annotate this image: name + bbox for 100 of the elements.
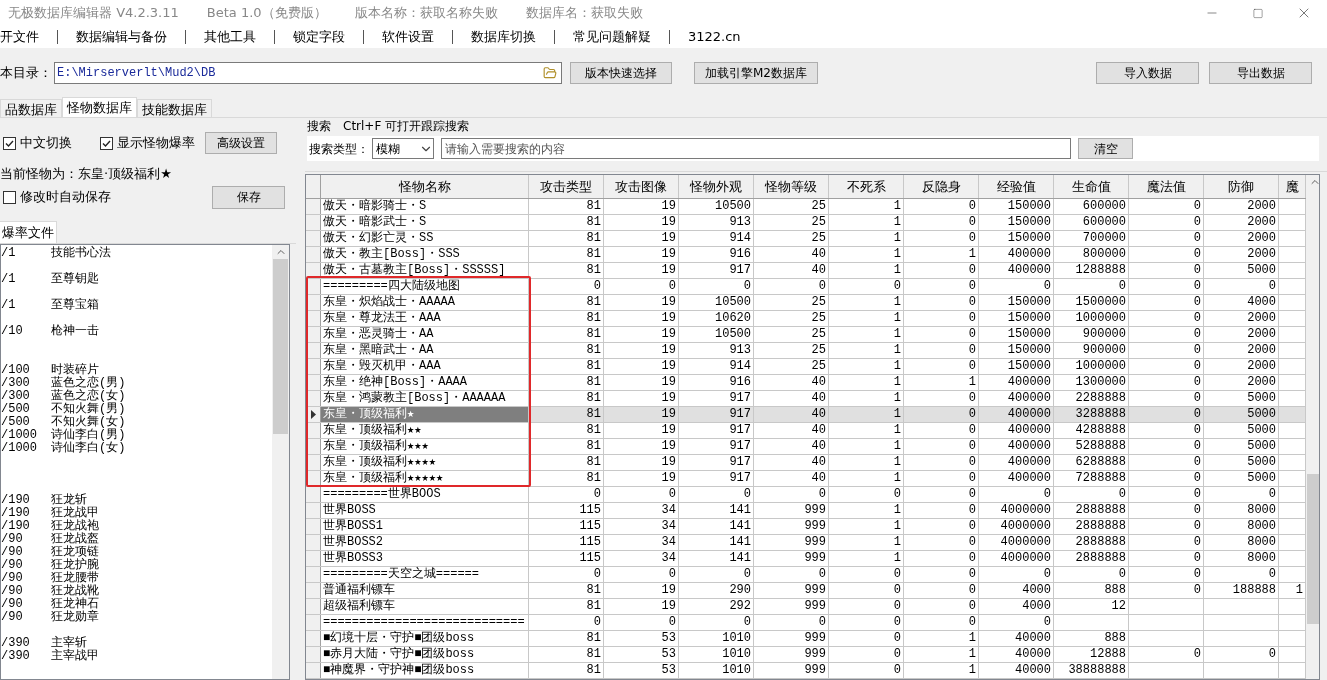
menu-item[interactable]: 锁定字段 [275, 27, 363, 47]
row-header-cell[interactable] [306, 583, 321, 598]
row-header-cell[interactable] [306, 631, 321, 646]
row-header-cell[interactable] [306, 215, 321, 230]
table-cell: 1 [904, 663, 979, 678]
data-button[interactable]: 导入数据 [1096, 62, 1199, 84]
table-cell: 0 [1129, 567, 1204, 582]
table-cell: 0 [904, 567, 979, 582]
menu-item[interactable]: 数据库切换 [453, 27, 554, 47]
menu-item[interactable]: 软件设置 [364, 27, 452, 47]
menu-item[interactable]: 常见问题解疑 [555, 27, 669, 47]
search-type-select[interactable]: 模糊 [372, 138, 434, 159]
table-cell: 999 [754, 583, 829, 598]
table-cell: 34 [604, 503, 679, 518]
version-select-button[interactable]: 版本快速选择 [570, 62, 672, 84]
table-cell: 400000 [979, 263, 1054, 278]
table-cell: 53 [604, 663, 679, 678]
drop-file-tab[interactable]: 爆率文件 [0, 221, 57, 243]
table-cell: 34 [604, 551, 679, 566]
table-cell: 0 [904, 503, 979, 518]
table-cell: 917 [679, 423, 754, 438]
table-cell: 0 [1129, 551, 1204, 566]
checkbox-option[interactable]: 显示怪物爆率 [100, 133, 195, 153]
column-header[interactable]: 怪物等级 [754, 175, 829, 198]
row-header-cell[interactable] [306, 519, 321, 534]
row-header-cell[interactable] [306, 599, 321, 614]
column-header[interactable]: 不死系 [829, 175, 904, 198]
table-cell: 0 [904, 215, 979, 230]
menu-item[interactable]: 3122.cn [670, 27, 759, 47]
table-cell: 999 [754, 631, 829, 646]
row-header-cell[interactable] [306, 567, 321, 582]
drop-rate: /90 [1, 533, 24, 546]
table-cell: 38888888 [1054, 663, 1129, 678]
row-header-cell[interactable] [306, 503, 321, 518]
table-cell: 4000 [979, 583, 1054, 598]
row-header-cell[interactable] [306, 647, 321, 662]
drop-item-name: 不知火舞(女) [51, 416, 126, 429]
table-cell: 81 [529, 647, 604, 662]
clear-button[interactable]: 清空 [1078, 138, 1133, 159]
column-header[interactable]: 攻击图像 [604, 175, 679, 198]
table-cell: 400000 [979, 247, 1054, 262]
table-cell: ■神魔界・守护神■团级boss [321, 663, 529, 678]
column-header[interactable]: 反隐身 [904, 175, 979, 198]
table-cell: 81 [529, 583, 604, 598]
table-cell: 0 [904, 519, 979, 534]
table-cell: 1 [829, 327, 904, 342]
table-cell: 40000 [979, 647, 1054, 662]
drop-item-name: 时装碎片 [51, 364, 99, 377]
drop-rate: /90 [1, 572, 24, 585]
table-cell: 0 [904, 487, 979, 502]
search-field[interactable]: 请输入需要搜索的内容 [441, 138, 1071, 159]
table-cell: 0 [529, 279, 604, 294]
row-header-cell[interactable] [306, 199, 321, 214]
menu-item[interactable]: 开文件 [0, 27, 57, 47]
scroll-thumb[interactable] [1307, 474, 1319, 624]
database-tab[interactable]: 怪物数据库 [62, 97, 137, 117]
table-cell: 81 [529, 215, 604, 230]
column-header[interactable]: 魔法值 [1129, 175, 1204, 198]
column-header[interactable]: 生命值 [1054, 175, 1129, 198]
save-button[interactable]: 保存 [212, 185, 285, 209]
table-cell: 25 [754, 343, 829, 358]
scroll-thumb[interactable] [273, 259, 288, 434]
database-tab[interactable]: 技能数据库 [137, 99, 212, 117]
table-cell: 2000 [1204, 343, 1279, 358]
checkbox-option[interactable]: 中文切换 [3, 133, 72, 153]
row-header-cell[interactable] [306, 487, 321, 502]
row-header-cell[interactable] [306, 535, 321, 550]
table-cell: 19 [604, 343, 679, 358]
column-header[interactable]: 攻击类型 [529, 175, 604, 198]
table-cell: 0 [904, 615, 979, 630]
checkbox-option[interactable]: 修改时自动保存 [3, 187, 111, 207]
row-header-cell[interactable] [306, 663, 321, 678]
table-cell: 0 [1129, 327, 1204, 342]
table-cell: 115 [529, 519, 604, 534]
data-button[interactable]: 导出数据 [1209, 62, 1312, 84]
column-header[interactable]: 防御 [1204, 175, 1279, 198]
table-cell: 2000 [1204, 311, 1279, 326]
row-header-cell[interactable] [306, 231, 321, 246]
menu-item[interactable]: 数据编辑与备份 [58, 27, 185, 47]
scrollbar[interactable] [272, 245, 289, 679]
table-cell: 0 [979, 279, 1054, 294]
advanced-settings-button[interactable]: 高级设置 [205, 132, 277, 154]
column-header[interactable]: 经验值 [979, 175, 1054, 198]
table-cell: 25 [754, 295, 829, 310]
load-m2-button[interactable]: 加载引擎M2数据库 [694, 62, 818, 84]
search-type-label: 搜索类型： [309, 140, 369, 158]
table-cell: 19 [604, 407, 679, 422]
scrollbar[interactable] [1306, 175, 1319, 679]
row-header-cell[interactable] [306, 551, 321, 566]
table-cell: 916 [679, 247, 754, 262]
database-tab[interactable]: 品数据库 [0, 99, 62, 117]
column-header[interactable]: 怪物外观 [679, 175, 754, 198]
folder-icon[interactable] [542, 66, 558, 80]
table-cell: 81 [529, 471, 604, 486]
row-header-cell[interactable] [306, 615, 321, 630]
row-header-cell[interactable] [306, 247, 321, 262]
menu-item[interactable]: 其他工具 [186, 27, 274, 47]
column-header[interactable]: 怪物名称 [321, 175, 529, 198]
directory-field[interactable]: E:\Mirserverlt\Mud2\DB [54, 62, 562, 84]
drop-item-name: 至尊钥匙 [51, 273, 99, 286]
